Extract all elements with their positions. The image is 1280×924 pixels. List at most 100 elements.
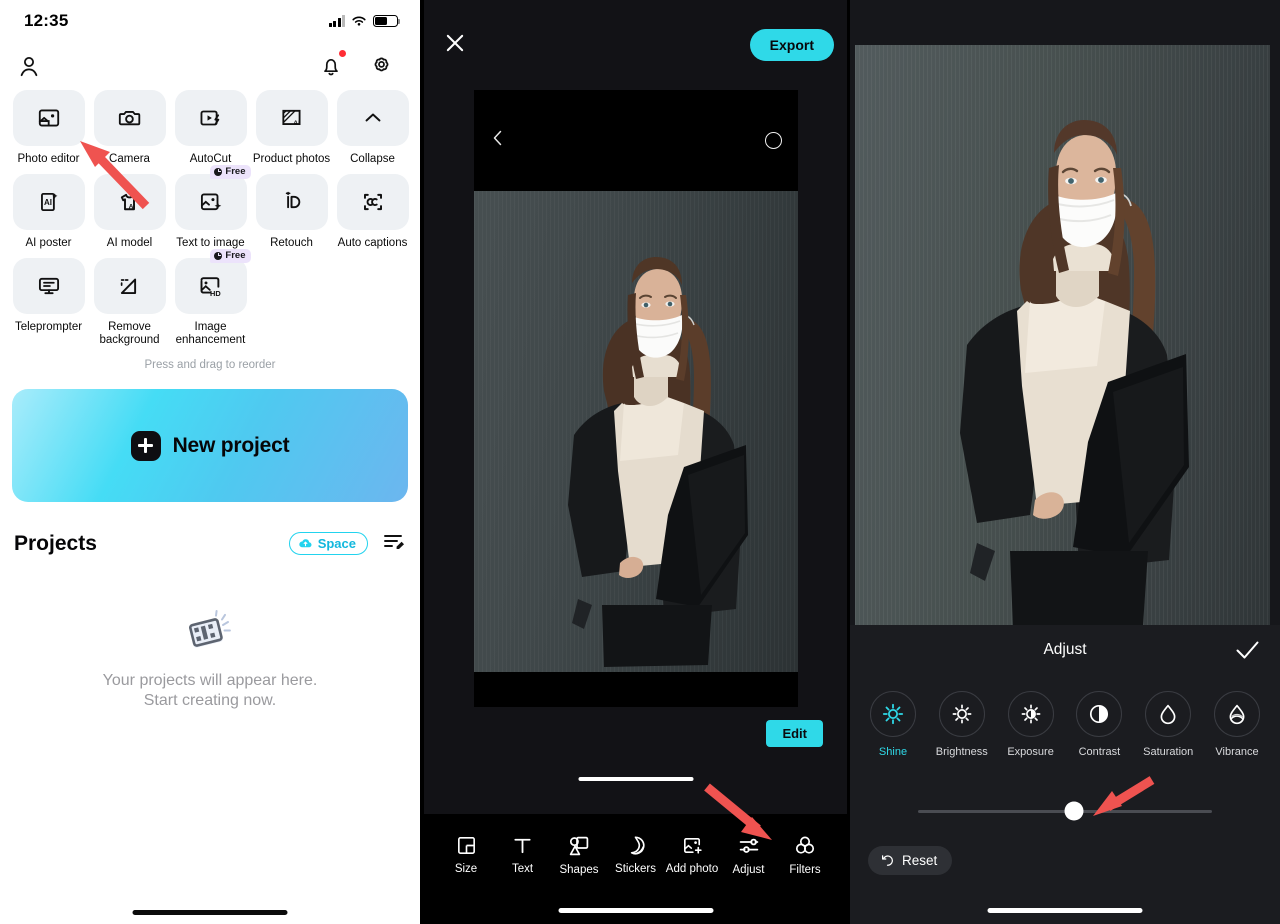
tools-row-1: Photo editor Camera AutoCut AI Product p… — [8, 90, 412, 174]
toolbar-item-filters[interactable]: Filters — [777, 834, 833, 876]
photo-preview[interactable] — [473, 191, 798, 672]
space-label: Space — [317, 535, 356, 551]
toolbar-label: Add photo — [665, 863, 719, 875]
tool-tile[interactable] — [93, 258, 166, 314]
tool-tile[interactable]: AI — [12, 174, 85, 230]
cloud-upload-icon — [298, 538, 312, 548]
shine-icon — [882, 703, 904, 725]
tool-tile[interactable]: AI — [93, 174, 166, 230]
adjust-option-saturation[interactable]: Saturation — [1137, 691, 1199, 758]
adjust-option-vibrance[interactable]: Vibrance — [1206, 691, 1268, 758]
home-indicator — [987, 908, 1143, 913]
slider-track[interactable] — [918, 801, 1212, 821]
tool-tile[interactable] — [336, 174, 409, 230]
tool-teleprompter[interactable]: Teleprompter — [9, 258, 89, 347]
chevron-left-icon[interactable] — [490, 128, 506, 153]
adjust-slider[interactable] — [850, 801, 1280, 821]
tool-tile[interactable] — [12, 258, 85, 314]
circle-icon[interactable] — [764, 132, 782, 149]
free-badge-label: Free — [225, 250, 246, 261]
projects-header: Projects Space — [14, 530, 406, 557]
clock-icon — [214, 167, 223, 176]
toolbar-item-adjust[interactable]: Adjust — [721, 834, 777, 876]
tool-tile[interactable] — [336, 90, 409, 146]
space-button[interactable]: Space — [288, 531, 368, 556]
tool-retouch[interactable]: Retouch — [252, 174, 332, 250]
bell-icon[interactable] — [314, 49, 348, 83]
reset-button[interactable]: Reset — [868, 846, 953, 875]
tool-tile[interactable] — [255, 174, 328, 230]
adjust-option-exposure[interactable]: Exposure — [1000, 691, 1062, 758]
screenshot-root: 12:35 Photo editor Camera AutoCut AI Pro… — [0, 0, 1280, 924]
toolbar-label: Stickers — [615, 863, 656, 875]
close-icon[interactable] — [442, 30, 468, 61]
tool-camera[interactable]: Camera — [90, 90, 170, 166]
tools-row-3: Teleprompter Remove background Free HD I… — [8, 249, 412, 355]
teleprompter-icon — [38, 277, 59, 295]
tool-label: Teleprompter — [14, 321, 83, 333]
tool-ai-poster[interactable]: AI AI poster — [9, 174, 89, 250]
tool-tile[interactable]: AI — [255, 90, 328, 146]
tool-ai-model[interactable]: AI AI model — [90, 174, 170, 250]
tool-image-enhancement[interactable]: Free HD Image enhancement — [171, 249, 251, 347]
tool-auto-captions[interactable]: Auto captions — [333, 174, 413, 250]
toolbar-item-stickers[interactable]: Stickers — [608, 834, 664, 875]
tool-tile[interactable]: Free HD — [174, 249, 251, 314]
adjust-title: Adjust — [1043, 641, 1087, 658]
camera-icon — [118, 111, 140, 126]
tool-collapse[interactable]: Collapse — [333, 90, 413, 166]
new-project-button[interactable]: New project — [12, 389, 408, 502]
tool-tile[interactable] — [93, 90, 166, 146]
timeline-bar[interactable] — [578, 777, 693, 781]
option-circle — [870, 691, 916, 737]
reorder-hint: Press and drag to reorder — [144, 359, 276, 371]
tool-product-photos[interactable]: AI Product photos — [252, 90, 332, 166]
tool-photo-editor[interactable]: Photo editor — [9, 90, 89, 166]
export-button[interactable]: Export — [749, 29, 834, 61]
autocut-icon — [200, 110, 219, 126]
check-icon[interactable] — [1234, 639, 1260, 666]
adjust-photo-preview[interactable] — [855, 45, 1270, 625]
toolbar-item-add-photo[interactable]: Add photo — [664, 834, 720, 875]
tool-tile[interactable]: Free — [174, 165, 251, 230]
slider-knob[interactable] — [1064, 801, 1084, 821]
tool-text-to-image[interactable]: Free Text to image — [171, 165, 251, 250]
home-indicator — [132, 910, 288, 915]
option-label: Brightness — [935, 746, 988, 758]
tool-remove-background[interactable]: Remove background — [90, 258, 170, 347]
adjust-options: Shine Brightness Exposure Contrast Satur… — [850, 675, 1280, 758]
toolbar-label: Size — [454, 863, 478, 875]
projects-actions: Space — [288, 530, 406, 557]
option-circle — [938, 691, 985, 737]
adjust-option-contrast[interactable]: Contrast — [1068, 691, 1130, 758]
adjust-option-brightness[interactable]: Brightness — [931, 691, 993, 758]
gear-icon[interactable] — [364, 49, 398, 83]
add-photo-icon — [683, 837, 702, 854]
home-top-bar — [0, 42, 420, 90]
saturation-icon — [1160, 704, 1176, 725]
size-icon — [457, 837, 475, 854]
tools-row-2: AI AI poster AI AI model Free Text to im… — [8, 165, 413, 258]
chevron-up-icon — [365, 113, 380, 122]
profile-icon[interactable] — [12, 49, 46, 83]
adjust-screen: Adjust Shine Brightness Exposure Contras… — [850, 0, 1280, 924]
tool-empty-slot — [332, 258, 412, 347]
toolbar-item-text[interactable]: Text — [495, 834, 551, 875]
tool-tile[interactable] — [174, 90, 247, 146]
empty-line-2: Start creating now. — [143, 692, 277, 709]
tool-label: Auto captions — [337, 237, 408, 249]
toolbar-label: Text — [511, 863, 534, 875]
undo-icon — [882, 855, 893, 866]
canvas-top-strip — [473, 90, 798, 191]
tool-label: Photo editor — [17, 153, 80, 165]
toolbar-item-size[interactable]: Size — [438, 834, 494, 875]
ai-poster-icon: AI — [40, 192, 57, 212]
tool-autocut[interactable]: AutoCut — [171, 90, 251, 166]
toolbar-item-shapes[interactable]: Shapes — [551, 834, 607, 876]
sort-edit-icon[interactable] — [382, 530, 406, 557]
tool-tile[interactable] — [12, 90, 85, 146]
tool-label: Camera — [109, 153, 150, 165]
editor-screen: Export Edit Size Text Shapes Stickers Ad… — [420, 0, 850, 924]
edit-button[interactable]: Edit — [766, 720, 823, 747]
adjust-option-shine[interactable]: Shine — [862, 691, 924, 758]
